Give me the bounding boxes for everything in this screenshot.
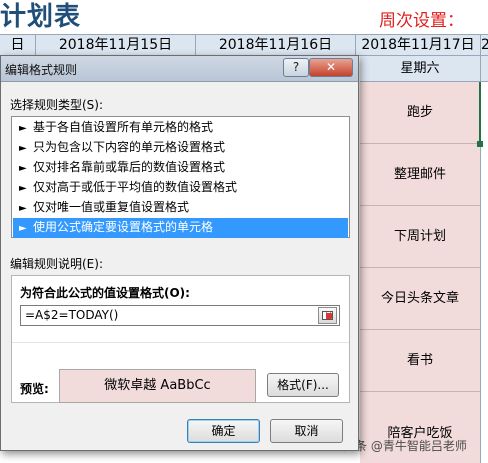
date-header-row: 日 2018年11月15日 2018年11月16日 2018年11月17日 2 (0, 34, 488, 57)
cell-selection-border (479, 82, 481, 144)
rule-type-text: 仅对唯一值或重复值设置格式 (33, 200, 190, 214)
rule-type-text: 使用公式确定要设置格式的单元格 (33, 220, 214, 234)
task-cell[interactable]: 今日头条文章 (360, 268, 480, 330)
date-cell[interactable]: 2 (480, 35, 488, 57)
close-button[interactable]: ✕ (309, 58, 353, 77)
task-text: 下周计划 (393, 229, 446, 244)
task-text: 今日头条文章 (380, 291, 459, 306)
rule-type-item[interactable]: ► 只为包含以下内容的单元格设置格式 (13, 138, 348, 158)
ok-button[interactable]: 确定 (187, 419, 260, 443)
preview-label: 预览: (20, 382, 49, 396)
arrow-right-icon: ► (19, 203, 27, 214)
arrow-right-icon: ► (19, 183, 27, 194)
rule-type-item-selected[interactable]: ► 使用公式确定要设置格式的单元格 (13, 218, 348, 238)
rule-type-text: 仅对排名靠前或靠后的数值设置格式 (33, 160, 226, 174)
weekday-cell[interactable]: 星期六 (360, 56, 480, 82)
week-setting-label: 周次设置： (379, 11, 464, 31)
format-button[interactable]: 格式(F)... (267, 373, 339, 397)
rule-type-item[interactable]: ► 基于各自值设置所有单元格的格式 (13, 118, 348, 138)
arrow-right-icon: ► (19, 123, 27, 134)
rule-type-item[interactable]: ► 仅对唯一值或重复值设置格式 (13, 198, 348, 218)
edit-format-rule-dialog: 编辑格式规则 ? ✕ 选择规则类型(S): ► 基于各自值设置所有单元格的格式 ►… (0, 55, 359, 451)
edit-rule-label: 编辑规则说明(E): (10, 257, 103, 271)
watermark: 头条 @青牛智能吕老师 (343, 439, 467, 453)
fill-handle[interactable] (477, 141, 483, 147)
rule-type-text: 仅对高于或低于平均值的数值设置格式 (33, 180, 238, 194)
rule-type-item[interactable]: ► 仅对排名靠前或靠后的数值设置格式 (13, 158, 348, 178)
rule-type-item[interactable]: ► 仅对高于或低于平均值的数值设置格式 (13, 178, 348, 198)
dialog-titlebar[interactable]: 编辑格式规则 ? ✕ (1, 56, 358, 82)
formula-text: =A$2=TODAY() (25, 308, 119, 322)
task-cell[interactable]: 陪客户吃饭 (360, 405, 480, 463)
date-cell[interactable]: 2018年11月16日 (195, 35, 355, 57)
date-cell[interactable]: 2018年11月17日 (355, 35, 480, 57)
task-cell[interactable]: 整理邮件 (360, 144, 480, 206)
help-button[interactable]: ? (283, 58, 309, 77)
dialog-title: 编辑格式规则 (5, 63, 78, 77)
rule-type-text: 基于各自值设置所有单元格的格式 (33, 120, 214, 134)
date-cell[interactable]: 2018年11月15日 (35, 35, 195, 57)
rule-type-label: 选择规则类型(S): (10, 98, 104, 112)
sheet-title: 计划表 (0, 2, 82, 32)
task-cell[interactable]: 下周计划 (360, 206, 480, 268)
arrow-right-icon: ► (19, 143, 27, 154)
date-cell[interactable]: 日 (0, 35, 35, 57)
task-cell[interactable]: 看书 (360, 330, 480, 392)
arrow-right-icon: ► (19, 163, 27, 174)
task-text: 跑步 (406, 105, 433, 120)
task-text: 陪客户吃饭 (387, 426, 453, 441)
cancel-button[interactable]: 取消 (270, 419, 343, 443)
collapse-dialog-button[interactable] (318, 307, 337, 324)
formula-label: 为符合此公式的值设置格式(O): (20, 286, 190, 300)
rule-type-text: 只为包含以下内容的单元格设置格式 (33, 140, 226, 154)
rule-type-list[interactable]: ► 基于各自值设置所有单元格的格式 ► 只为包含以下内容的单元格设置格式 ► 仅对排名… (11, 116, 350, 238)
task-text: 整理邮件 (393, 167, 446, 182)
arrow-right-icon: ► (19, 223, 27, 234)
formula-input[interactable]: =A$2=TODAY() (20, 305, 340, 326)
task-cell[interactable]: 跑步 (360, 82, 480, 144)
task-text: 看书 (406, 353, 433, 368)
divider (12, 342, 349, 343)
edit-rule-panel: 为符合此公式的值设置格式(O): =A$2=TODAY() 预览: 微软卓越 A… (11, 275, 350, 403)
preview-box: 微软卓越 AaBbCc (59, 369, 256, 403)
range-arrow-icon (326, 313, 332, 319)
